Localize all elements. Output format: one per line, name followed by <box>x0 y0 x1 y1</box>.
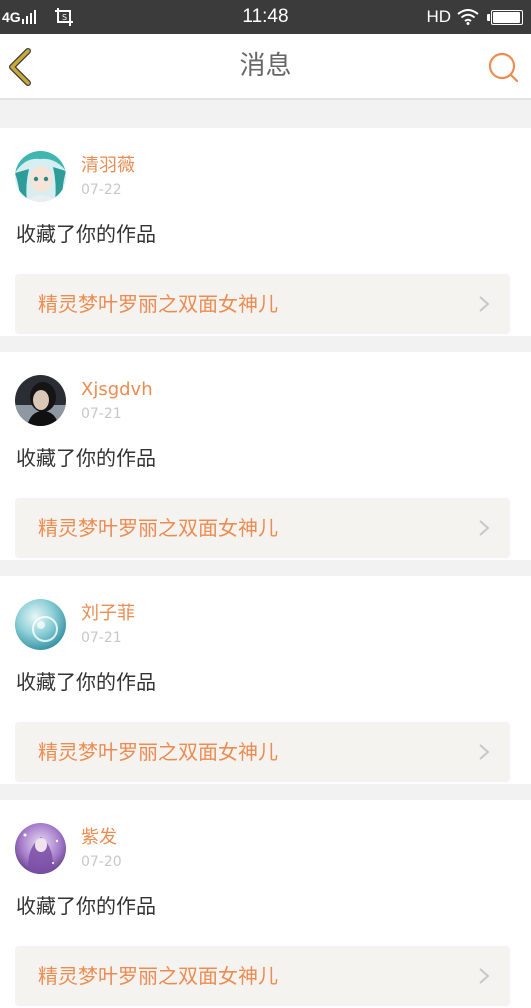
message-card: 刘子菲 07-21 收藏了你的作品 精灵梦叶罗丽之双面女神儿 <box>0 576 531 784</box>
work-link[interactable]: 精灵梦叶罗丽之双面女神儿 <box>15 722 510 782</box>
navigation-bar: 消息 <box>0 34 531 100</box>
chevron-right-icon <box>479 296 490 312</box>
page-title: 消息 <box>239 51 292 81</box>
message-card: 紫发 07-20 收藏了你的作品 精灵梦叶罗丽之双面女神儿 <box>0 800 531 1008</box>
status-bar: 4G S 11:48 HD <box>0 0 531 34</box>
message-date: 07-21 <box>81 630 122 646</box>
search-icon[interactable] <box>487 51 519 83</box>
chevron-right-icon <box>479 968 490 984</box>
work-title: 精灵梦叶罗丽之双面女神儿 <box>38 964 278 988</box>
work-link[interactable]: 精灵梦叶罗丽之双面女神儿 <box>15 498 510 558</box>
chevron-right-icon <box>479 520 490 536</box>
work-link[interactable]: 精灵梦叶罗丽之双面女神儿 <box>15 946 510 1006</box>
message-card: 清羽薇 07-22 收藏了你的作品 精灵梦叶罗丽之双面女神儿 <box>0 128 531 336</box>
username[interactable]: Xjsgdvh <box>81 379 153 401</box>
message-date: 07-22 <box>81 182 122 198</box>
status-right: HD <box>426 6 523 28</box>
work-title: 精灵梦叶罗丽之双面女神儿 <box>38 516 278 540</box>
avatar[interactable] <box>15 599 66 650</box>
action-text: 收藏了你的作品 <box>16 222 156 246</box>
action-text: 收藏了你的作品 <box>16 670 156 694</box>
work-title: 精灵梦叶罗丽之双面女神儿 <box>38 292 278 316</box>
action-text: 收藏了你的作品 <box>16 894 156 918</box>
chevron-right-icon <box>479 744 490 760</box>
hd-badge: HD <box>426 7 451 26</box>
avatar[interactable] <box>15 823 66 874</box>
message-card: Xjsgdvh 07-21 收藏了你的作品 精灵梦叶罗丽之双面女神儿 <box>0 352 531 560</box>
username[interactable]: 清羽薇 <box>81 155 135 177</box>
avatar[interactable] <box>15 151 66 202</box>
work-title: 精灵梦叶罗丽之双面女神儿 <box>38 740 278 764</box>
battery-icon <box>487 9 523 25</box>
action-text: 收藏了你的作品 <box>16 446 156 470</box>
message-date: 07-20 <box>81 854 122 870</box>
avatar[interactable] <box>15 375 66 426</box>
username[interactable]: 刘子菲 <box>81 603 135 625</box>
message-date: 07-21 <box>81 406 122 422</box>
username[interactable]: 紫发 <box>81 827 117 849</box>
work-link[interactable]: 精灵梦叶罗丽之双面女神儿 <box>15 274 510 334</box>
wifi-icon <box>457 9 479 25</box>
